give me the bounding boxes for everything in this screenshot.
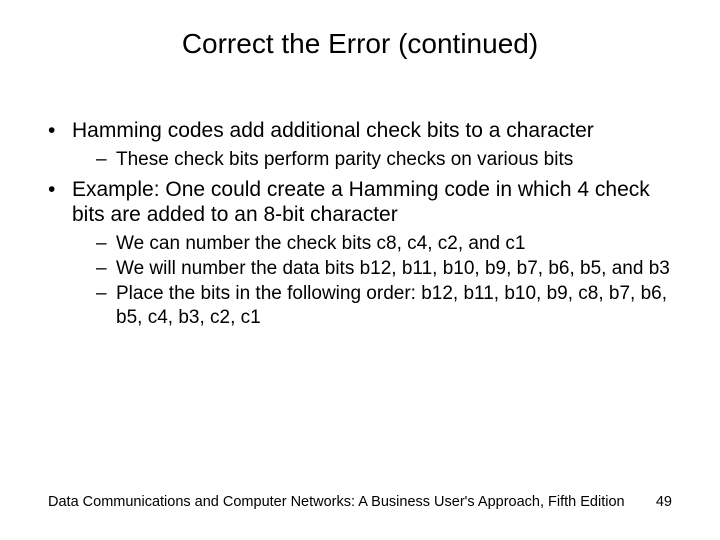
list-item: Place the bits in the following order: b… <box>96 282 688 328</box>
bullet-text: These check bits perform parity checks o… <box>116 149 573 170</box>
page-number: 49 <box>656 494 672 510</box>
sub-list: We can number the check bits c8, c4, c2,… <box>72 232 688 329</box>
slide-title: Correct the Error (continued) <box>0 28 720 60</box>
list-item: Example: One could create a Hamming code… <box>48 177 688 329</box>
slide: Correct the Error (continued) Hamming co… <box>0 0 720 540</box>
bullet-text: Example: One could create a Hamming code… <box>72 178 650 227</box>
list-item: We will number the data bits b12, b11, b… <box>96 257 688 280</box>
sub-list: These check bits perform parity checks o… <box>72 148 688 171</box>
bullet-text: Hamming codes add additional check bits … <box>72 119 594 142</box>
list-item: We can number the check bits c8, c4, c2,… <box>96 232 688 255</box>
slide-body: Hamming codes add additional check bits … <box>48 118 688 335</box>
footer-source: Data Communications and Computer Network… <box>48 494 625 510</box>
bullet-text: Place the bits in the following order: b… <box>116 283 667 327</box>
bullet-list: Hamming codes add additional check bits … <box>48 118 688 329</box>
bullet-text: We will number the data bits b12, b11, b… <box>116 258 670 279</box>
list-item: Hamming codes add additional check bits … <box>48 118 688 171</box>
bullet-text: We can number the check bits c8, c4, c2,… <box>116 233 525 254</box>
list-item: These check bits perform parity checks o… <box>96 148 688 171</box>
